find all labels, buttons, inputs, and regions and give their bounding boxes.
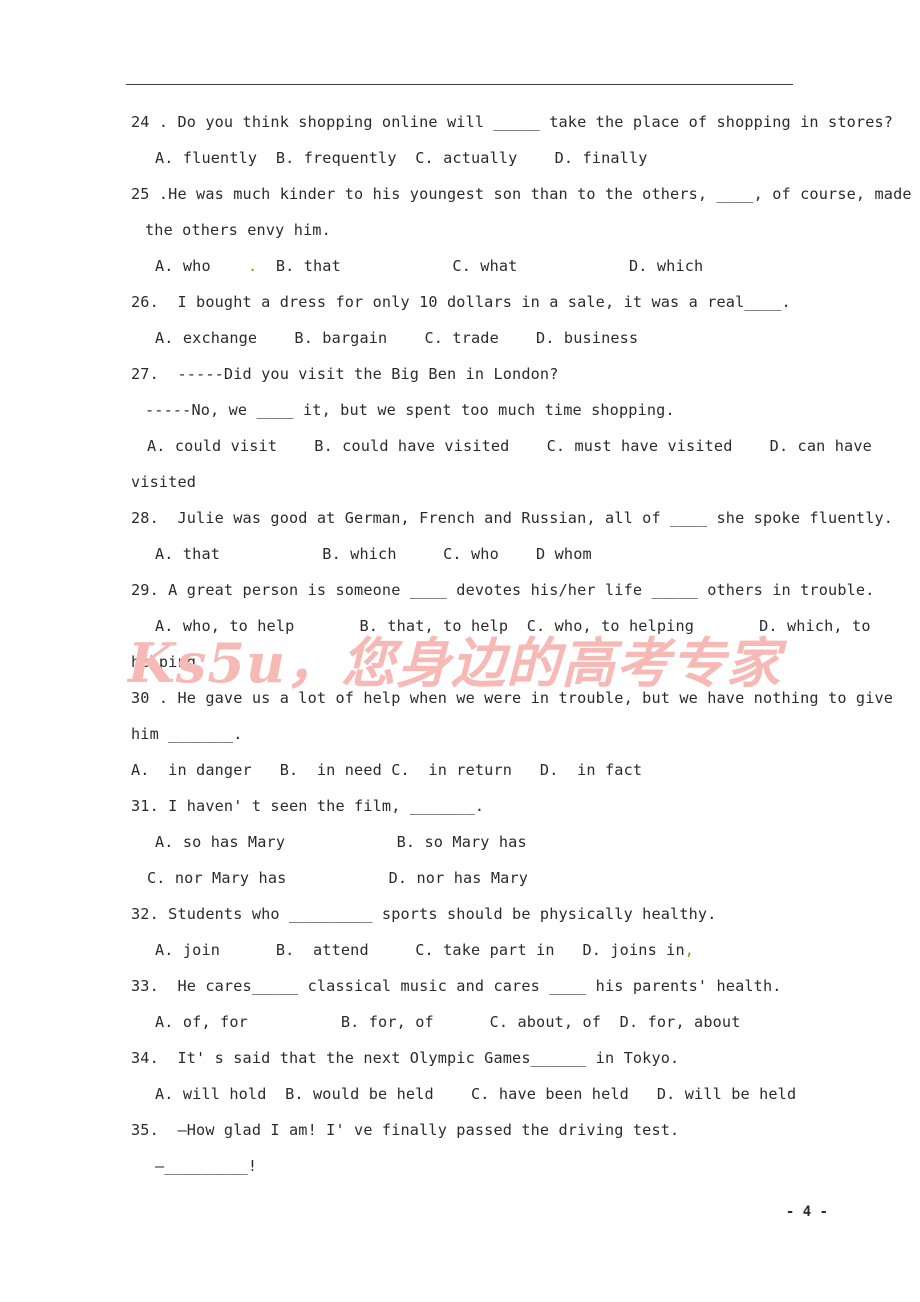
- question-32-stem: 32. Students who _________ sports should…: [131, 905, 717, 923]
- question-30-stem-cont: him _______.: [131, 725, 243, 743]
- question-body: 24 . Do you think shopping online will _…: [0, 104, 920, 1184]
- question-27-options: A. could visit B. could have visited C. …: [147, 437, 872, 455]
- stray-punctuation-mark: .: [247, 257, 258, 275]
- question-34-stem: 34. It' s said that the next Olympic Gam…: [131, 1049, 680, 1067]
- page-number: - 4 -: [785, 1204, 828, 1220]
- question-32-options-text: A. join B. attend C. take part in D. joi…: [155, 941, 685, 959]
- header-divider-rule: [126, 84, 793, 85]
- question-25-options: A. who . B. that C. what D. which: [0, 248, 920, 284]
- question-26-options: A. exchange B. bargain C. trade D. busin…: [155, 329, 639, 347]
- question-27-stem: 27. -----Did you visit the Big Ben in Lo…: [131, 365, 559, 383]
- question-27-options-cont: visited: [131, 473, 197, 491]
- question-31-stem: 31. I haven' t seen the film, _______.: [131, 797, 485, 815]
- question-29-stem: 29. A great person is someone ____ devot…: [131, 581, 875, 599]
- question-34-options: A. will hold B. would be held C. have be…: [155, 1085, 797, 1103]
- question-32-options: A. join B. attend C. take part in D. joi…: [0, 932, 920, 968]
- question-29-options: A. who, to help B. that, to help C. who,…: [155, 617, 871, 635]
- question-31-options-row2: C. nor Mary has D. nor has Mary: [147, 869, 529, 887]
- exam-page: 24 . Do you think shopping online will _…: [0, 0, 920, 1302]
- question-31-options-row1: A. so has Mary B. so Mary has: [155, 833, 527, 851]
- question-35-answer-blank: —_________!: [155, 1157, 258, 1175]
- question-30-stem: 30 . He gave us a lot of help when we we…: [131, 689, 894, 707]
- question-35-stem: 35. —How glad I am! I' ve finally passed…: [131, 1121, 680, 1139]
- question-25-options-rest: B. that C. what D. which: [275, 257, 704, 275]
- stray-comma-mark: ,: [684, 941, 695, 959]
- question-25-option-a: A. who: [155, 257, 211, 275]
- question-33-options: A. of, for B. for, of C. about, of D. fo…: [155, 1013, 741, 1031]
- question-29-options-cont: helping: [131, 653, 197, 671]
- question-33-stem: 33. He cares_____ classical music and ca…: [131, 977, 782, 995]
- question-26-stem: 26. I bought a dress for only 10 dollars…: [131, 293, 791, 311]
- question-28-stem: 28. Julie was good at German, French and…: [131, 509, 894, 527]
- question-25-stem: 25 .He was much kinder to his youngest s…: [131, 185, 912, 203]
- question-24-stem: 24 . Do you think shopping online will _…: [131, 113, 894, 131]
- question-30-options: A. in danger B. in need C. in return D. …: [131, 761, 643, 779]
- question-28-options: A. that B. which C. who D whom: [155, 545, 592, 563]
- question-25-stem-cont: the others envy him.: [145, 221, 331, 239]
- question-24-options: A. fluently B. frequently C. actually D.…: [155, 149, 648, 167]
- question-27-stem-cont: -----No, we ____ it, but we spent too mu…: [145, 401, 675, 419]
